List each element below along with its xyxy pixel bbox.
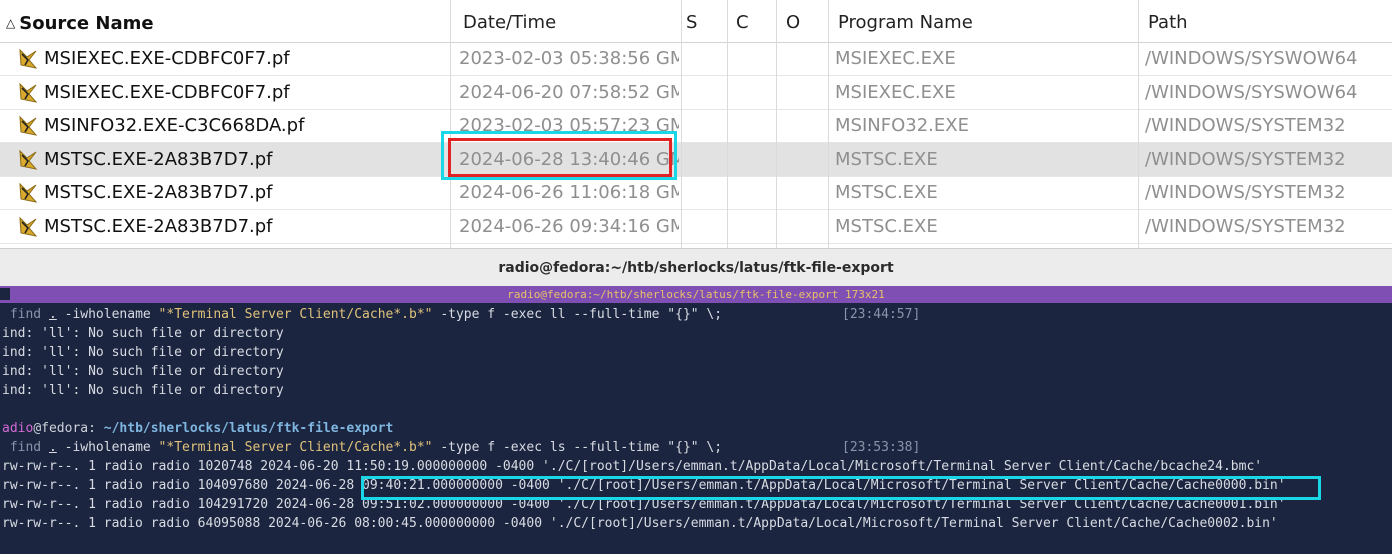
column-divider[interactable] (727, 0, 728, 248)
cell-datetime: 2024-06-26 11:06:18 GMT (459, 182, 679, 203)
column-divider[interactable] (450, 0, 451, 248)
error-line: ind: 'll': No such file or directory (2, 383, 284, 398)
column-divider[interactable] (1138, 0, 1139, 248)
table-row[interactable]: MSTSC.EXE-2A83B7D7.pf 2024-06-26 09:34:16… (0, 210, 1392, 244)
cell-path: /WINDOWS/SYSTEM32 (1145, 215, 1346, 237)
command-timestamp-1: [23:44:57] (842, 307, 921, 322)
cell-datetime: 2024-06-20 07:58:52 GMT (459, 81, 679, 103)
table-row[interactable]: MSIEXEC.EXE-CDBFC0F7.pf 2023-02-03 05:38:… (0, 42, 1392, 76)
cell-program-name: MSTSC.EXE (835, 215, 938, 237)
column-divider[interactable] (681, 0, 682, 248)
table-row[interactable]: MSIEXEC.EXE-CDBFC0F7.pf 2024-06-20 07:58:… (0, 76, 1392, 110)
cell-source-name: MSIEXEC.EXE-CDBFC0F7.pf (44, 81, 290, 103)
prefetch-file-icon (17, 82, 39, 104)
column-header-program-name[interactable]: Program Name (838, 0, 1128, 42)
terminal-window-title: radio@fedora:~/htb/sherlocks/latus/ftk-f… (498, 260, 894, 276)
error-line: ind: 'll': No such file or directory (2, 345, 284, 360)
column-header-path[interactable]: Path (1148, 0, 1388, 42)
prefetch-file-icon (17, 115, 39, 137)
column-header-s[interactable]: S (686, 0, 716, 42)
cell-path: /WINDOWS/SYSWOW64 (1145, 48, 1358, 69)
table-header: △ Source Name Date/Time S C O Program Nam… (0, 0, 1392, 43)
tmux-status-bar: radio@fedora:~/htb/sherlocks/latus/ftk-f… (0, 286, 1392, 303)
terminal-output[interactable]: find . -iwholename "*Terminal Server Cli… (0, 303, 1392, 554)
column-divider[interactable] (776, 0, 777, 248)
table-row[interactable]: MSTSC.EXE-2A83B7D7.pf 2024-06-26 11:06:18… (0, 176, 1392, 210)
sort-ascending-icon: △ (6, 16, 16, 30)
cell-path: /WINDOWS/SYSTEM32 (1145, 148, 1346, 170)
table-row[interactable]: MSTSC.EXE-2A83B7D7.pf 2024-06-28 13:40:46… (0, 142, 1392, 177)
column-header-c[interactable]: C (736, 0, 766, 42)
cyan-highlight-box (361, 476, 1321, 500)
timeline-table: △ Source Name Date/Time S C O Program Nam… (0, 0, 1392, 248)
cell-source-name: MSINFO32.EXE-C3C668DA.pf (44, 115, 305, 136)
error-line: ind: 'll': No such file or directory (2, 364, 284, 379)
cell-datetime: 2024-06-26 09:34:16 GMT (459, 215, 679, 237)
table-row[interactable]: MSINFO32.EXE-C3C668DA.pf 2023-02-03 05:57… (0, 109, 1392, 143)
cell-source-name: MSTSC.EXE-2A83B7D7.pf (44, 215, 273, 237)
prefetch-file-icon (17, 216, 39, 238)
column-header-source-name[interactable]: △ Source Name (6, 0, 446, 42)
prefetch-file-icon (17, 149, 39, 171)
cell-datetime: 2023-02-03 05:38:56 GMT (459, 48, 679, 69)
error-line: ind: 'll': No such file or directory (2, 326, 284, 341)
cell-source-name: MSTSC.EXE-2A83B7D7.pf (44, 182, 273, 203)
command-line-1: find . -iwholename "*Terminal Server Cli… (9, 307, 723, 322)
prefetch-file-icon (17, 182, 39, 204)
cell-source-name: MSIEXEC.EXE-CDBFC0F7.pf (44, 48, 290, 69)
cell-path: /WINDOWS/SYSWOW64 (1145, 81, 1358, 103)
terminal-titlebar[interactable]: radio@fedora:~/htb/sherlocks/latus/ftk-f… (0, 248, 1392, 287)
prefetch-file-icon (17, 48, 39, 70)
cell-path: /WINDOWS/SYSTEM32 (1145, 182, 1346, 203)
cell-program-name: MSIEXEC.EXE (835, 48, 956, 69)
cell-program-name: MSIEXEC.EXE (835, 81, 956, 103)
column-header-datetime[interactable]: Date/Time (463, 0, 673, 42)
cell-source-name: MSTSC.EXE-2A83B7D7.pf (44, 148, 273, 170)
red-highlight-box (448, 138, 672, 177)
command-timestamp-2: [23:53:38] (842, 440, 921, 455)
cell-program-name: MSTSC.EXE (835, 182, 938, 203)
command-line-2: find . -iwholename "*Terminal Server Cli… (9, 440, 723, 455)
cell-path: /WINDOWS/SYSTEM32 (1145, 115, 1346, 136)
shell-prompt: adio@fedora: ~/htb/sherlocks/latus/ftk-f… (2, 421, 394, 436)
tmux-title: radio@fedora:~/htb/sherlocks/latus/ftk-f… (507, 288, 885, 301)
ls-output-line: rw-rw-r--. 1 radio radio 64095088 2024-0… (2, 516, 1278, 531)
column-divider[interactable] (828, 0, 829, 248)
cell-program-name: MSTSC.EXE (835, 148, 938, 170)
ls-output-line: rw-rw-r--. 1 radio radio 1020748 2024-06… (2, 459, 1263, 474)
column-header-o[interactable]: O (786, 0, 816, 42)
cell-program-name: MSINFO32.EXE (835, 115, 969, 136)
